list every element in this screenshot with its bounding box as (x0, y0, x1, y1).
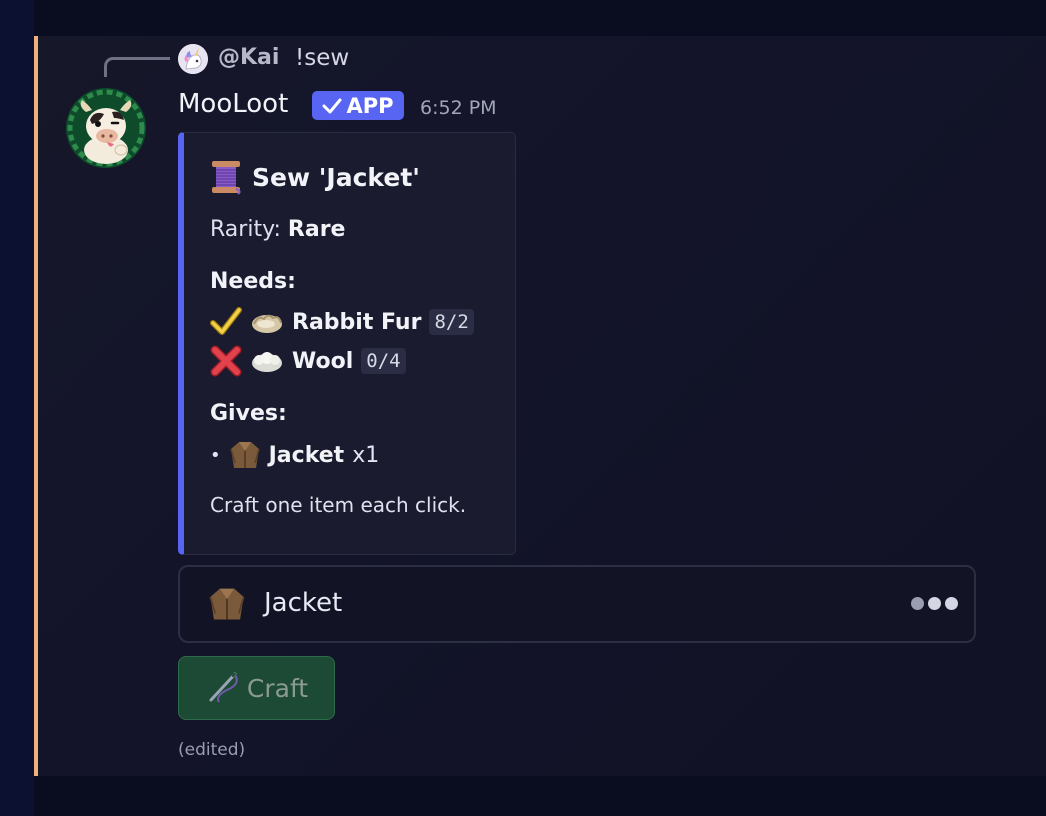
jacket-icon (229, 442, 260, 468)
check-icon (210, 307, 242, 335)
embed-title-row: Sew 'Jacket' (210, 159, 420, 195)
gives-heading: Gives: (210, 401, 287, 426)
unicorn-icon (178, 44, 208, 74)
gives-bullet: • (210, 444, 221, 466)
app-badge-label: APP (346, 93, 394, 118)
timestamp: 6:52 PM (420, 97, 497, 119)
mention-highlight-bar (34, 36, 38, 776)
message: @Kai !sew MooLoot APP 6:52 PM Sew 'Jacke… (34, 36, 1046, 776)
bot-name[interactable]: MooLoot (178, 89, 288, 119)
needs-heading: Needs: (210, 269, 296, 294)
need-item-wool: Wool 0/4 (210, 345, 406, 377)
need-item-name: Wool (292, 348, 354, 374)
wool-icon (252, 352, 282, 372)
need-item-count: 0/4 (361, 348, 406, 374)
gives-item-name: Jacket (268, 442, 345, 468)
fur-icon (252, 314, 282, 333)
item-select-menu[interactable]: Jacket (178, 565, 976, 643)
craft-button-label: Craft (246, 673, 309, 703)
rarity-line: Rarity: Rare (210, 217, 345, 242)
loading-dots-icon (911, 597, 958, 610)
dot (945, 597, 958, 610)
bot-avatar[interactable] (66, 88, 146, 168)
rarity-label: Rarity: (210, 217, 281, 242)
jacket-icon (209, 588, 245, 620)
rarity-value: Rare (287, 217, 346, 242)
need-item-rabbit-fur: Rabbit Fur 8/2 (210, 307, 474, 337)
embed-title: Sew 'Jacket' (252, 162, 420, 192)
need-item-name: Rabbit Fur (292, 309, 422, 335)
needle-icon (209, 672, 238, 703)
need-item-count: 8/2 (429, 309, 474, 335)
craft-button[interactable]: Craft (178, 656, 335, 720)
bottom-strip (34, 776, 1046, 816)
app-badge: APP (312, 91, 404, 120)
edited-indicator: (edited) (178, 740, 246, 760)
left-strip (0, 0, 34, 816)
dot (928, 597, 941, 610)
cross-icon (210, 345, 242, 377)
top-strip (34, 0, 1046, 36)
cow-avatar-icon (66, 88, 146, 168)
gives-item-jacket: • Jacket x1 (210, 439, 379, 471)
reply-avatar[interactable] (178, 44, 208, 74)
thread-spool-icon (212, 161, 241, 195)
select-selected-label: Jacket (264, 588, 343, 618)
gives-item-qty: x1 (352, 442, 380, 468)
reply-content[interactable]: !sew (295, 45, 349, 71)
embed-card: Sew 'Jacket' Rarity: Rare Needs: Rabbit … (178, 132, 516, 555)
embed-footer-text: Craft one item each click. (210, 493, 467, 517)
reply-spine (104, 57, 170, 77)
reply-author[interactable]: @Kai (218, 45, 279, 70)
verified-check-icon (322, 98, 342, 113)
dot (911, 597, 924, 610)
